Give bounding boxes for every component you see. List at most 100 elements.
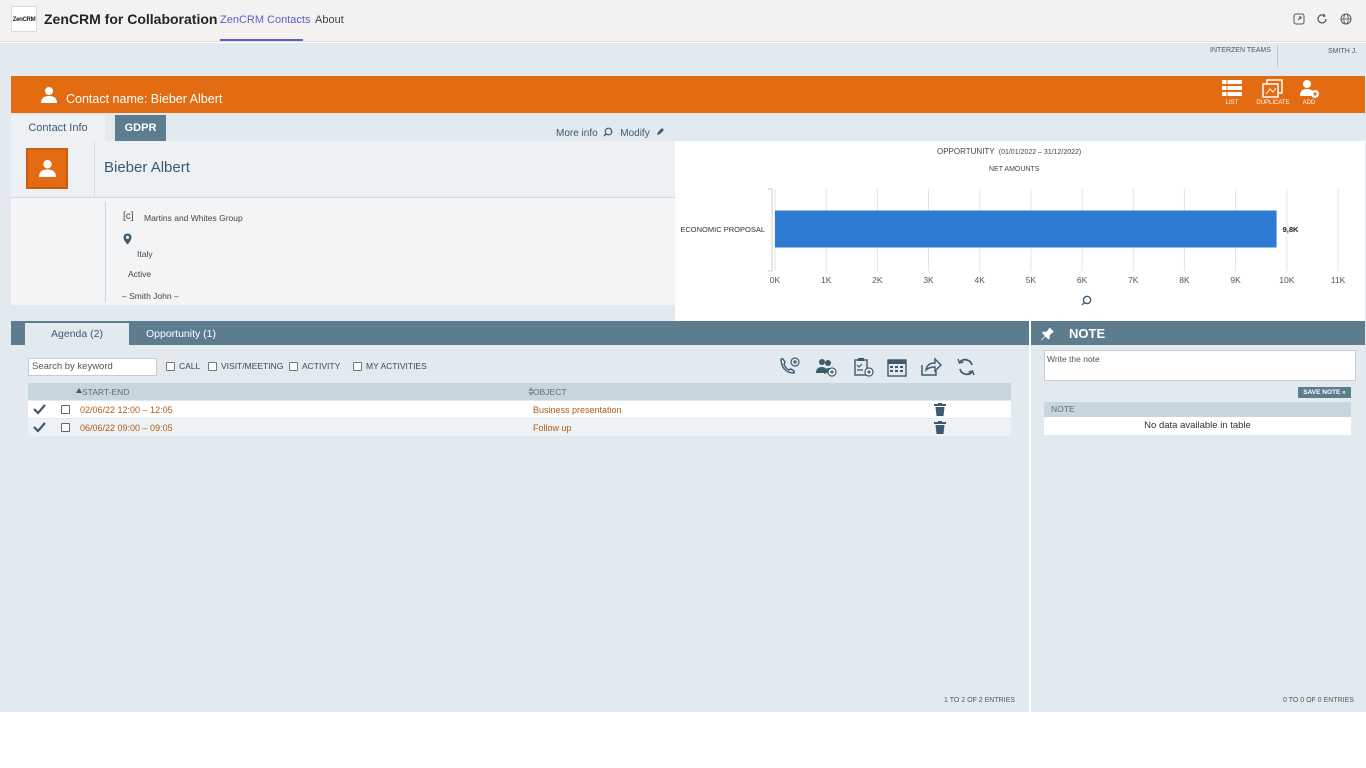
filter-activity-label: ACTIVITY xyxy=(302,361,341,371)
note-table-header[interactable]: NOTE xyxy=(1044,402,1351,417)
reload-icon[interactable] xyxy=(955,357,977,377)
note-header: NOTE xyxy=(1031,321,1365,345)
contact-avatar xyxy=(26,148,68,189)
note-title: NOTE xyxy=(1069,326,1106,341)
filter-call[interactable]: CALL xyxy=(166,361,200,371)
modify-label[interactable]: Modify xyxy=(620,128,649,139)
chart-x-tick-label: 10K xyxy=(1279,275,1294,285)
row-select-checkbox[interactable] xyxy=(61,423,70,432)
contact-owner: – Smith John – xyxy=(122,291,179,301)
row-start-end[interactable]: 02/06/22 12:00 – 12:05 xyxy=(80,405,173,415)
add-button[interactable]: ADD xyxy=(1291,79,1327,112)
more-info-link[interactable]: More info Modify xyxy=(556,127,665,139)
chart-data-label: 9,8K xyxy=(1283,225,1299,234)
chart-x-tick-label: 0K xyxy=(770,275,781,285)
done-check-icon[interactable] xyxy=(33,421,46,433)
tab-gdpr[interactable]: GDPR xyxy=(115,115,166,141)
pencil-icon[interactable] xyxy=(656,127,665,136)
add-user-icon xyxy=(1300,80,1319,98)
filter-my-activities[interactable]: MY ACTIVITIES xyxy=(353,361,427,371)
agenda-search-input[interactable]: Search by keyword xyxy=(28,358,157,376)
opportunity-chart: OPPORTUNITY (01/01/2022 – 31/12/2022) NE… xyxy=(675,141,1365,321)
agenda-tabbar: Agenda (2) Opportunity (1) xyxy=(11,321,1029,345)
userbar-divider xyxy=(1277,45,1278,67)
tab-agenda[interactable]: Agenda (2) xyxy=(25,323,129,345)
trash-icon[interactable] xyxy=(934,403,946,416)
chart-x-tick-label: 2K xyxy=(872,275,883,285)
card-divider xyxy=(94,141,95,197)
chart-x-tick-label: 3K xyxy=(923,275,934,285)
duplicate-icon xyxy=(1262,79,1283,98)
chart-bar xyxy=(775,210,1277,248)
contact-details: [c] Martins and Whites Group Italy Activ… xyxy=(11,198,675,305)
details-divider xyxy=(105,202,106,302)
agenda-panel: Agenda (2) Opportunity (1) Search by key… xyxy=(11,321,1029,712)
location-pin-icon xyxy=(123,233,132,245)
chart-x-tick-label: 11K xyxy=(1331,275,1346,285)
filter-visit-label: VISIT/MEETING xyxy=(221,361,284,371)
col-start-end[interactable]: START-END xyxy=(82,387,129,397)
filter-visit-meeting[interactable]: VISIT/MEETING xyxy=(208,361,283,371)
tab-opportunity[interactable]: Opportunity (1) xyxy=(131,323,231,345)
save-note-button[interactable]: SAVE NOTE » xyxy=(1298,387,1351,398)
duplicate-button-label: DUPLICATE xyxy=(1256,100,1290,106)
filter-my-activities-checkbox[interactable] xyxy=(353,361,362,371)
agenda-row[interactable]: 02/06/22 12:00 – 12:05 Business presenta… xyxy=(28,401,1011,418)
duplicate-button[interactable]: DUPLICATE xyxy=(1255,79,1291,112)
contact-name: Bieber Albert xyxy=(104,159,190,176)
chart-x-tick-label: 4K xyxy=(975,275,986,285)
filter-activity-checkbox[interactable] xyxy=(289,361,298,371)
trash-icon[interactable] xyxy=(934,421,946,434)
company-name[interactable]: Martins and Whites Group xyxy=(144,213,243,223)
user-label[interactable]: SMITH J. xyxy=(1328,48,1357,55)
contact-country: Italy xyxy=(137,249,153,259)
chart-x-tick-label: 1K xyxy=(821,275,832,285)
contact-header: Contact name: Bieber Albert LIST DUPLICA… xyxy=(11,76,1365,113)
list-button[interactable]: LIST xyxy=(1214,79,1250,112)
chart-x-tick-label: 7K xyxy=(1128,275,1139,285)
globe-icon[interactable] xyxy=(1339,13,1352,26)
chart-x-tick-label: 9K xyxy=(1230,275,1241,285)
chart-x-tick-label: 5K xyxy=(1026,275,1037,285)
contact-header-title: Contact name: Bieber Albert xyxy=(66,92,223,106)
chart-zoom-icon[interactable] xyxy=(1081,295,1092,306)
share-icon[interactable] xyxy=(920,357,942,377)
note-empty-message: No data available in table xyxy=(1044,417,1351,435)
filter-visit-checkbox[interactable] xyxy=(208,361,217,371)
contact-user-icon xyxy=(41,87,57,103)
calendar-icon[interactable] xyxy=(886,357,908,377)
chart-plot: 0K 1K 2K 3K 4K 5K 6K 7K 8K 9K 10K 11K ECONOMIC PROPO… xyxy=(680,188,1346,285)
col-object[interactable]: OBJECT xyxy=(533,387,567,397)
filter-my-activities-label: MY ACTIVITIES xyxy=(366,361,427,371)
row-select-checkbox[interactable] xyxy=(61,405,70,414)
refresh-icon[interactable] xyxy=(1315,13,1328,26)
row-object[interactable]: Follow up xyxy=(533,423,572,433)
chart-x-tick-label: 6K xyxy=(1077,275,1088,285)
filter-activity[interactable]: ACTIVITY xyxy=(289,361,340,371)
more-info-label: More info xyxy=(556,128,598,139)
add-call-icon[interactable] xyxy=(778,357,800,377)
list-icon xyxy=(1222,80,1242,96)
chart-x-tick-label: 8K xyxy=(1179,275,1190,285)
row-object[interactable]: Business presentation xyxy=(533,405,622,415)
done-check-icon[interactable] xyxy=(33,403,46,415)
agenda-row[interactable]: 06/06/22 09:00 – 09:05 Follow up xyxy=(28,419,1011,436)
tab-contact-info[interactable]: Contact Info xyxy=(11,115,105,141)
add-activity-icon[interactable] xyxy=(852,357,874,377)
chart-subtitle: NET AMOUNTS xyxy=(989,166,1040,173)
tab-zencrm-contacts[interactable]: ZenCRM Contacts xyxy=(220,14,310,26)
filter-call-checkbox[interactable] xyxy=(166,361,175,371)
tab-about[interactable]: About xyxy=(315,14,344,26)
list-button-label: LIST xyxy=(1225,100,1239,106)
avatar-user-icon xyxy=(39,160,56,177)
popout-icon[interactable] xyxy=(1292,13,1305,26)
note-panel: NOTE Write the note SAVE NOTE » NOTE No … xyxy=(1031,321,1365,712)
chart-period: (01/01/2022 – 31/12/2022) xyxy=(998,149,1082,156)
row-start-end[interactable]: 06/06/22 09:00 – 09:05 xyxy=(80,423,173,433)
page-content: INTERZEN TEAMS SMITH J. Contact name: Bi… xyxy=(0,43,1366,712)
active-tab-indicator xyxy=(220,39,303,41)
add-meeting-icon[interactable] xyxy=(815,357,837,377)
chart-title-text: OPPORTUNITY xyxy=(937,147,995,156)
agenda-table-header: START-END OBJECT xyxy=(28,383,1011,400)
note-textarea[interactable]: Write the note xyxy=(1044,350,1356,381)
